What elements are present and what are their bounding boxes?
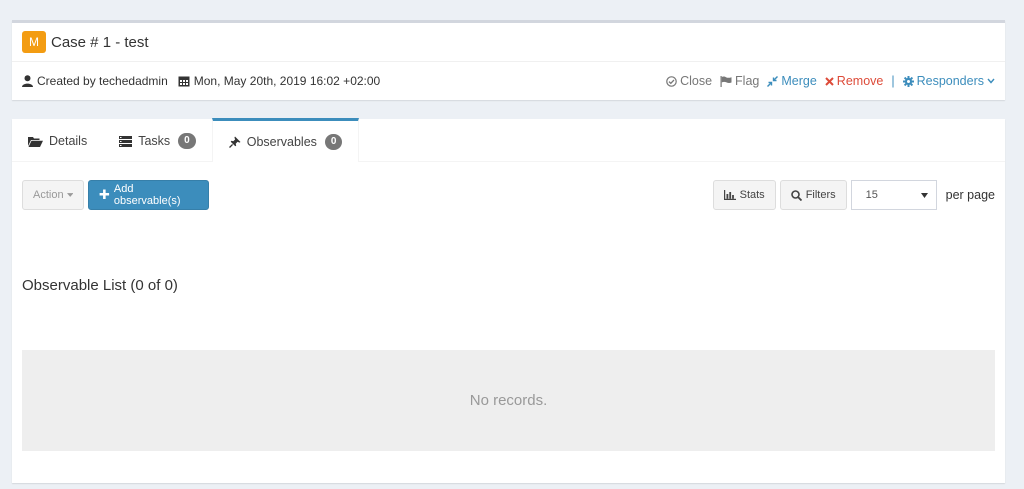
chevron-down-icon (987, 78, 995, 84)
search-icon (790, 189, 802, 201)
close-icon (825, 76, 834, 86)
responders-dropdown[interactable]: Responders (902, 74, 995, 88)
close-case-button[interactable]: Close (666, 74, 712, 88)
add-observable-button[interactable]: ✚ Add observable(s) (88, 180, 209, 210)
page-size-select[interactable]: 15 (850, 180, 937, 210)
caret-down-icon (66, 193, 73, 197)
created-by-text: Created by techedadmin (37, 74, 168, 88)
compress-icon (767, 75, 779, 87)
case-title-row: M Case # 1 - test (12, 23, 1005, 62)
caret-down-icon (920, 192, 928, 198)
action-dropdown-button[interactable]: Action (22, 180, 84, 210)
plus-icon: ✚ (99, 187, 110, 202)
observables-toolbar: Action ✚ Add observable(s) Stats Filters… (22, 180, 995, 210)
flag-icon (720, 75, 732, 87)
observable-list-title: Observable List (0 of 0) (22, 277, 178, 294)
tab-strip: Details Tasks 0 Observables 0 (12, 118, 1005, 162)
merge-case-button[interactable]: Merge (767, 74, 817, 88)
per-page-label: per page (945, 188, 995, 202)
tab-observables[interactable]: Observables 0 (211, 118, 360, 162)
empty-state-text: No records. (469, 392, 548, 409)
user-icon (22, 75, 33, 87)
action-divider: | (891, 74, 895, 88)
observables-count-badge: 0 (324, 133, 343, 150)
bar-chart-icon (723, 190, 736, 200)
filters-button[interactable]: Filters (779, 180, 847, 210)
created-by: Created by techedadmin (22, 74, 168, 88)
case-title: Case # 1 - test (51, 33, 149, 51)
calendar-icon (178, 76, 190, 87)
flag-case-button[interactable]: Flag (720, 74, 759, 88)
remove-case-button[interactable]: Remove (825, 74, 883, 88)
tasks-count-badge: 0 (178, 133, 196, 149)
check-circle-icon (666, 75, 677, 87)
tab-tasks[interactable]: Tasks 0 (103, 118, 212, 161)
tasks-icon (119, 135, 133, 147)
severity-badge: M (22, 31, 46, 53)
case-header: M Case # 1 - test Created by techedadmin (12, 20, 1005, 100)
case-meta-row: Created by techedadmin Mon, May 20th, 20… (12, 62, 1005, 100)
folder-open-icon (28, 136, 43, 147)
stats-button[interactable]: Stats (712, 180, 776, 210)
empty-state: No records. (22, 350, 995, 451)
tabs-panel: Details Tasks 0 Observables 0 Action ✚ A… (12, 118, 1005, 483)
thumbtack-icon (228, 136, 241, 148)
tab-details[interactable]: Details (12, 118, 103, 161)
case-date: Mon, May 20th, 2019 16:02 +02:00 (178, 74, 380, 88)
gear-icon (902, 75, 914, 87)
case-date-text: Mon, May 20th, 2019 16:02 +02:00 (193, 74, 381, 88)
